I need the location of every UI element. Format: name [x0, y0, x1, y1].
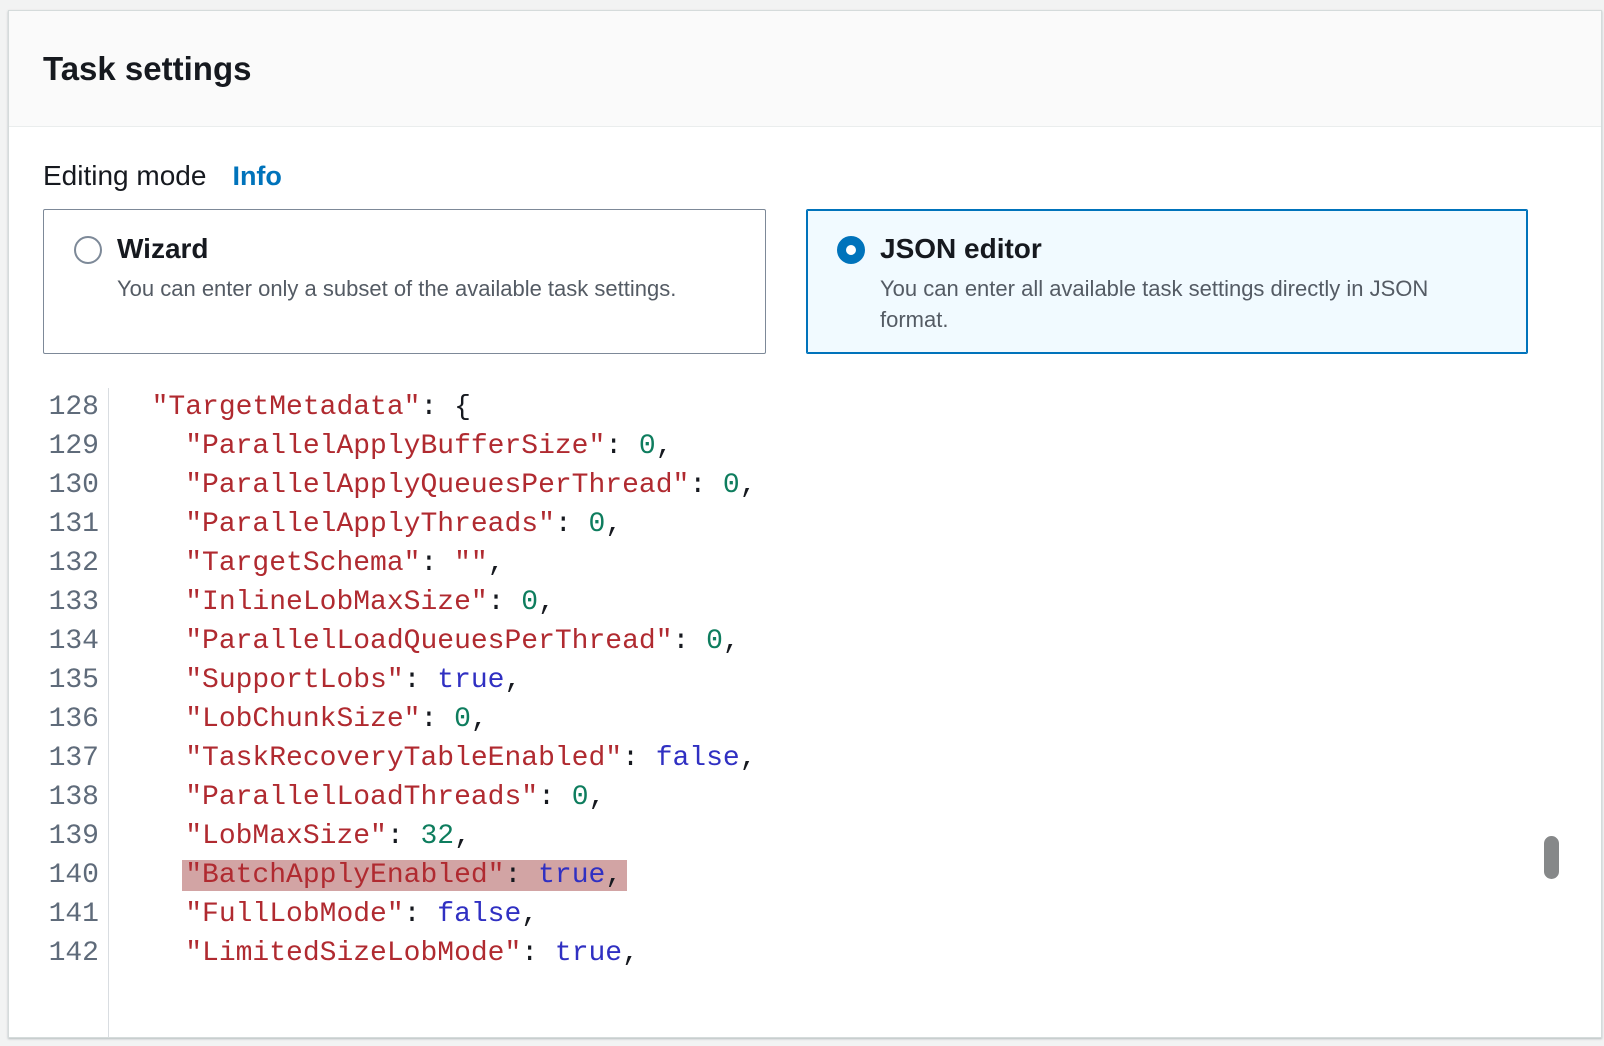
line-number: 128 — [9, 388, 99, 427]
line-number: 137 — [9, 739, 99, 778]
line-number: 130 — [9, 466, 99, 505]
task-settings-page: Task settings Editing mode Info Wizard Y… — [0, 0, 1604, 1046]
line-number: 135 — [9, 661, 99, 700]
wizard-option-tile[interactable]: Wizard You can enter only a subset of th… — [43, 209, 766, 354]
code-line: 133 "InlineLobMaxSize": 0, — [9, 583, 1601, 622]
code-lines: 128 "TargetMetadata": {129 "ParallelAppl… — [9, 388, 1601, 973]
line-number: 139 — [9, 817, 99, 856]
code-line: 131 "ParallelApplyThreads": 0, — [9, 505, 1601, 544]
code-line: 139 "LobMaxSize": 32, — [9, 817, 1601, 856]
code-line: 140 "BatchApplyEnabled": true, — [9, 856, 1601, 895]
json-editor-option-tile[interactable]: JSON editor You can enter all available … — [806, 209, 1528, 354]
code-line: 134 "ParallelLoadQueuesPerThread": 0, — [9, 622, 1601, 661]
code-line: 128 "TargetMetadata": { — [9, 388, 1601, 427]
code-line: 137 "TaskRecoveryTableEnabled": false, — [9, 739, 1601, 778]
radio-selected-icon[interactable] — [837, 236, 865, 264]
code-line: 130 "ParallelApplyQueuesPerThread": 0, — [9, 466, 1601, 505]
line-number: 134 — [9, 622, 99, 661]
line-number: 138 — [9, 778, 99, 817]
page-title: Task settings — [43, 50, 251, 88]
code-line: 138 "ParallelLoadThreads": 0, — [9, 778, 1601, 817]
json-editor-option-text: JSON editor You can enter all available … — [880, 232, 1503, 335]
code-line: 129 "ParallelApplyBufferSize": 0, — [9, 427, 1601, 466]
editing-mode-radio-group: Wizard You can enter only a subset of th… — [43, 209, 1567, 354]
line-number: 141 — [9, 895, 99, 934]
code-line: 142 "LimitedSizeLobMode": true, — [9, 934, 1601, 973]
line-number: 142 — [9, 934, 99, 973]
line-number: 140 — [9, 856, 99, 895]
line-number: 129 — [9, 427, 99, 466]
json-code-editor[interactable]: 128 "TargetMetadata": {129 "ParallelAppl… — [9, 388, 1601, 1038]
code-line: 136 "LobChunkSize": 0, — [9, 700, 1601, 739]
code-line: 132 "TargetSchema": "", — [9, 544, 1601, 583]
line-number: 132 — [9, 544, 99, 583]
json-editor-option-label: JSON editor — [880, 232, 1503, 266]
gutter-separator — [108, 388, 109, 1038]
info-link[interactable]: Info — [232, 159, 281, 193]
highlighted-code: "BatchApplyEnabled": true, — [182, 860, 627, 891]
wizard-option-label: Wizard — [117, 232, 741, 266]
json-editor-option-description: You can enter all available task setting… — [880, 273, 1500, 335]
task-settings-card: Task settings Editing mode Info Wizard Y… — [8, 10, 1602, 1038]
card-header: Task settings — [9, 11, 1601, 127]
editor-scrollbar-thumb[interactable] — [1544, 836, 1559, 879]
code-line: 135 "SupportLobs": true, — [9, 661, 1601, 700]
editing-mode-label-row: Editing mode Info — [43, 159, 1567, 193]
wizard-option-text: Wizard You can enter only a subset of th… — [117, 232, 741, 304]
line-number: 131 — [9, 505, 99, 544]
radio-unselected-icon[interactable] — [74, 236, 102, 264]
code-line: 141 "FullLobMode": false, — [9, 895, 1601, 934]
editing-mode-label: Editing mode — [43, 159, 206, 193]
wizard-option-description: You can enter only a subset of the avail… — [117, 273, 737, 304]
line-number: 133 — [9, 583, 99, 622]
line-number: 136 — [9, 700, 99, 739]
editing-mode-section: Editing mode Info Wizard You can enter o… — [9, 127, 1601, 354]
